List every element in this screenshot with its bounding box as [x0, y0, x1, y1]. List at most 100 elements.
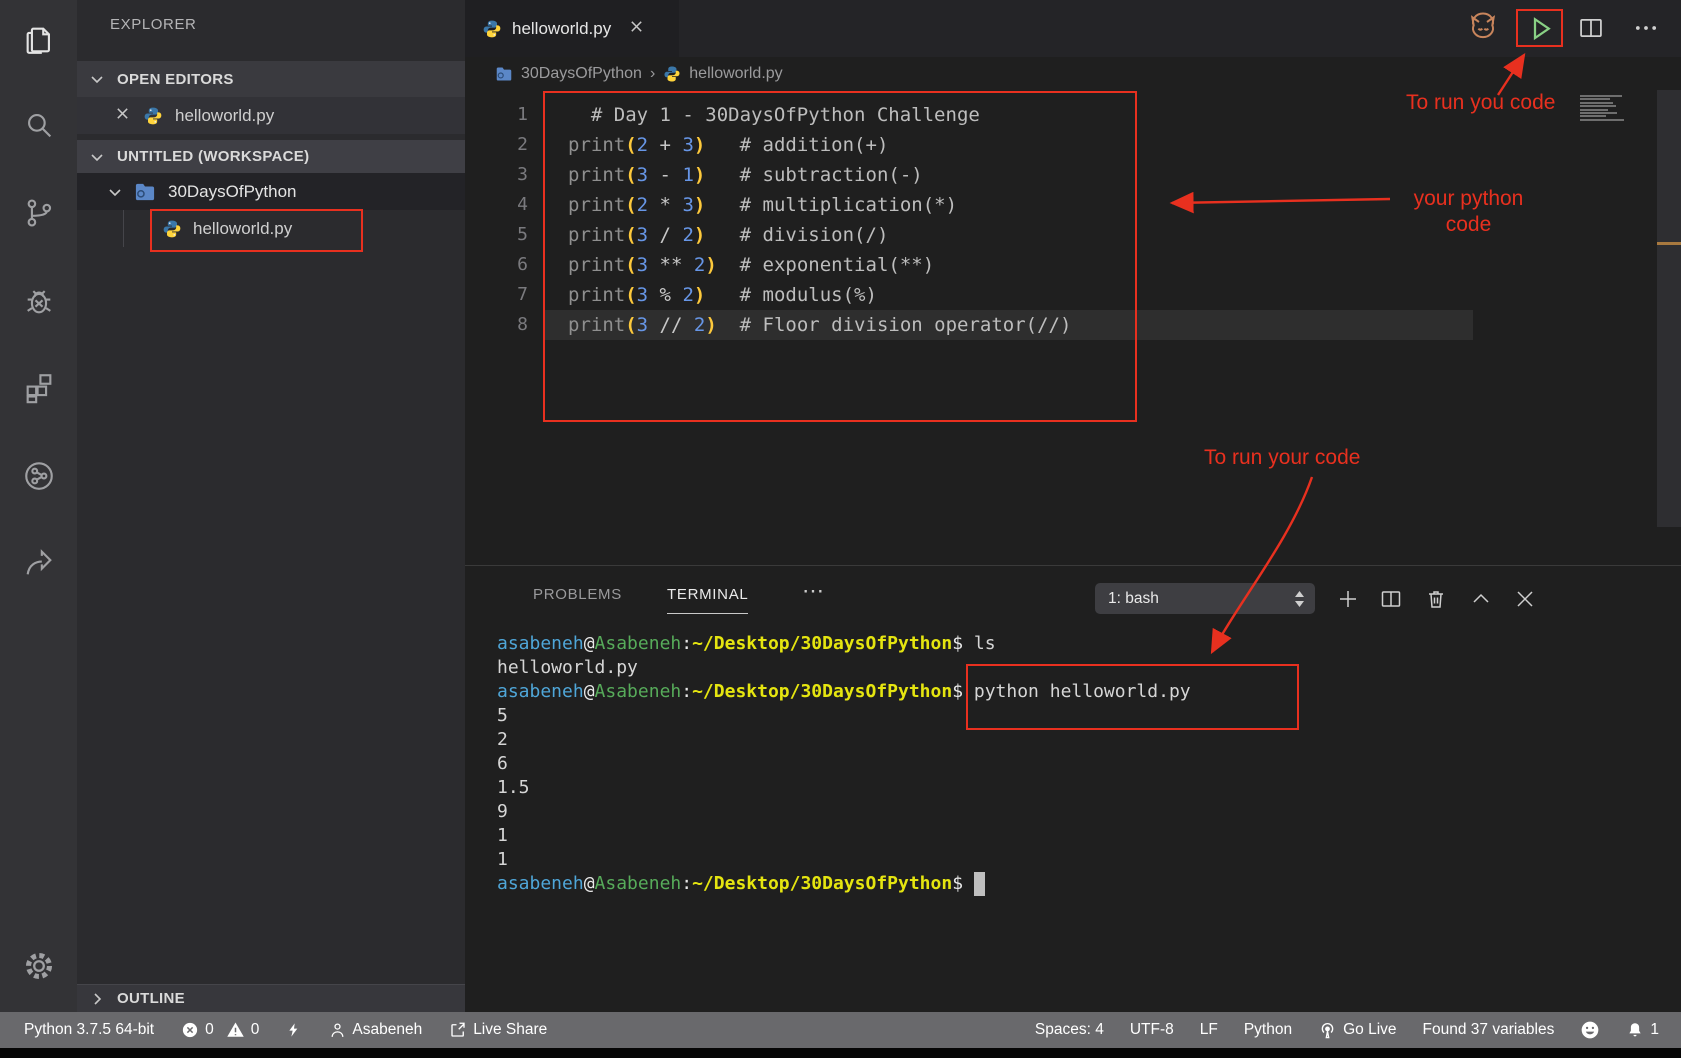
code-line[interactable]: 1 # Day 1 - 30DaysOfPython Challenge: [465, 100, 1681, 130]
open-editors-label: OPEN EDITORS: [117, 71, 234, 88]
terminal-line: helloworld.py: [497, 656, 1191, 680]
lightning-icon[interactable]: [286, 1020, 302, 1040]
encoding-label: UTF-8: [1130, 1021, 1174, 1039]
encoding-status[interactable]: UTF-8: [1130, 1021, 1174, 1039]
terminal-line: 1: [497, 824, 1191, 848]
python-file-icon: [143, 106, 163, 126]
terminal-line: 9: [497, 800, 1191, 824]
code-line[interactable]: 7print(3 % 2) # modulus(%): [465, 280, 1681, 310]
tab-helloworld[interactable]: helloworld.py: [465, 0, 679, 57]
python-version-label: Python 3.7.5 64-bit: [24, 1021, 154, 1039]
tab-strip: helloworld.py: [465, 0, 1681, 57]
variables-label: Found 37 variables: [1423, 1021, 1555, 1039]
cat-icon[interactable]: [1463, 8, 1503, 48]
window-edge: [0, 1048, 1681, 1058]
settings-gear-icon[interactable]: [19, 946, 59, 986]
extensions-icon[interactable]: [19, 368, 59, 408]
overview-ruler-marker: [1657, 242, 1681, 245]
code-line[interactable]: 8print(3 // 2) # Floor division operator…: [465, 310, 1681, 340]
activity-bar: [0, 0, 77, 1048]
shell-select[interactable]: 1: bash: [1095, 583, 1315, 614]
open-editor-item[interactable]: helloworld.py: [77, 97, 465, 134]
warning-count: 0: [251, 1021, 260, 1039]
debug-icon[interactable]: [19, 281, 59, 321]
tree-folder-label: 30DaysOfPython: [168, 182, 297, 202]
close-icon[interactable]: [629, 19, 644, 39]
feedback-smiley-icon[interactable]: [1580, 1020, 1600, 1040]
terminal-line: 2: [497, 728, 1191, 752]
indent-guide: [123, 210, 124, 247]
search-icon[interactable]: [19, 105, 59, 145]
sidebar-title: EXPLORER: [110, 16, 197, 33]
workspace-label: UNTITLED (WORKSPACE): [117, 148, 309, 165]
code-line[interactable]: 2print(2 + 3) # addition(+): [465, 130, 1681, 160]
tree-file-row[interactable]: helloworld.py: [77, 210, 465, 247]
folder-icon: [495, 66, 513, 82]
minimap[interactable]: [1580, 95, 1626, 122]
bell-icon: [1626, 1020, 1644, 1040]
close-panel-icon[interactable]: [1505, 579, 1545, 619]
language-status[interactable]: Python: [1244, 1021, 1292, 1039]
code-line[interactable]: 6print(3 ** 2) # exponential(**): [465, 250, 1681, 280]
code-line[interactable]: 3print(3 - 1) # subtraction(-): [465, 160, 1681, 190]
language-label: Python: [1244, 1021, 1292, 1039]
breadcrumb-folder[interactable]: 30DaysOfPython: [521, 65, 642, 83]
more-actions-icon[interactable]: [1626, 8, 1666, 48]
notifications-status[interactable]: 1: [1626, 1020, 1659, 1040]
spaces-status[interactable]: Spaces: 4: [1035, 1021, 1104, 1039]
live-share-icon[interactable]: [19, 456, 59, 496]
shell-select-value: 1: bash: [1108, 590, 1159, 608]
split-editor-icon[interactable]: [1571, 8, 1611, 48]
files-icon[interactable]: [19, 20, 59, 60]
tab-problems[interactable]: PROBLEMS: [533, 586, 622, 603]
problems-status[interactable]: 0 0: [181, 1021, 259, 1039]
python-file-icon: [162, 219, 182, 239]
terminal-line: 5: [497, 704, 1191, 728]
kill-terminal-icon[interactable]: [1416, 579, 1456, 619]
tab-terminal[interactable]: TERMINAL: [667, 586, 748, 614]
terminal-line: asabeneh@Asabeneh:~/Desktop/30DaysOfPyth…: [497, 872, 1191, 896]
eol-status[interactable]: LF: [1200, 1021, 1218, 1039]
new-terminal-icon[interactable]: [1328, 579, 1368, 619]
terminal-line: asabeneh@Asabeneh:~/Desktop/30DaysOfPyth…: [497, 632, 1191, 656]
share-arrow-icon[interactable]: [19, 543, 59, 583]
terminal-line: 1.5: [497, 776, 1191, 800]
broadcast-icon: [1318, 1021, 1337, 1040]
chevron-down-icon: [107, 184, 123, 200]
outline-header[interactable]: OUTLINE: [77, 984, 465, 1012]
live-share-status[interactable]: Live Share: [449, 1021, 547, 1039]
person-icon: [329, 1021, 346, 1040]
python-file-icon: [482, 19, 502, 39]
source-control-icon[interactable]: [19, 193, 59, 233]
tree-folder-row[interactable]: 30DaysOfPython: [77, 173, 465, 210]
python-file-icon: [663, 65, 681, 83]
run-button[interactable]: [1520, 8, 1560, 48]
panel-more-icon[interactable]: ⋯: [802, 578, 824, 604]
terminal-output[interactable]: asabeneh@Asabeneh:~/Desktop/30DaysOfPyth…: [497, 632, 1191, 896]
terminal-line: 1: [497, 848, 1191, 872]
workspace-header[interactable]: UNTITLED (WORKSPACE): [77, 140, 465, 173]
breadcrumb-file[interactable]: helloworld.py: [689, 65, 782, 83]
go-live-status[interactable]: Go Live: [1318, 1021, 1396, 1040]
code-line[interactable]: 5print(3 / 2) # division(/): [465, 220, 1681, 250]
tab-label: helloworld.py: [512, 19, 611, 39]
split-terminal-icon[interactable]: [1371, 579, 1411, 619]
scrollbar[interactable]: [1657, 90, 1681, 527]
user-status[interactable]: Asabeneh: [329, 1021, 422, 1040]
terminal-line: asabeneh@Asabeneh:~/Desktop/30DaysOfPyth…: [497, 680, 1191, 704]
eol-label: LF: [1200, 1021, 1218, 1039]
close-icon[interactable]: [115, 106, 130, 126]
code-editor[interactable]: 1 # Day 1 - 30DaysOfPython Challenge2pri…: [465, 100, 1681, 340]
code-line[interactable]: 4print(2 * 3) # multiplication(*): [465, 190, 1681, 220]
go-live-label: Go Live: [1343, 1021, 1396, 1039]
breadcrumb-separator: ›: [650, 65, 655, 83]
maximize-panel-icon[interactable]: [1461, 579, 1501, 619]
outline-label: OUTLINE: [117, 990, 185, 1007]
open-editor-file-label: helloworld.py: [175, 106, 274, 126]
open-editors-header[interactable]: OPEN EDITORS: [77, 61, 465, 97]
explorer-sidebar: EXPLORER OPEN EDITORS helloworld.py UNTI…: [77, 0, 465, 1048]
variables-status[interactable]: Found 37 variables: [1423, 1021, 1555, 1039]
python-interpreter-status[interactable]: Python 3.7.5 64-bit: [24, 1021, 154, 1039]
terminal-panel: PROBLEMS TERMINAL ⋯ 1: bash asabeneh@Asa…: [465, 565, 1681, 1012]
terminal-line: 6: [497, 752, 1191, 776]
